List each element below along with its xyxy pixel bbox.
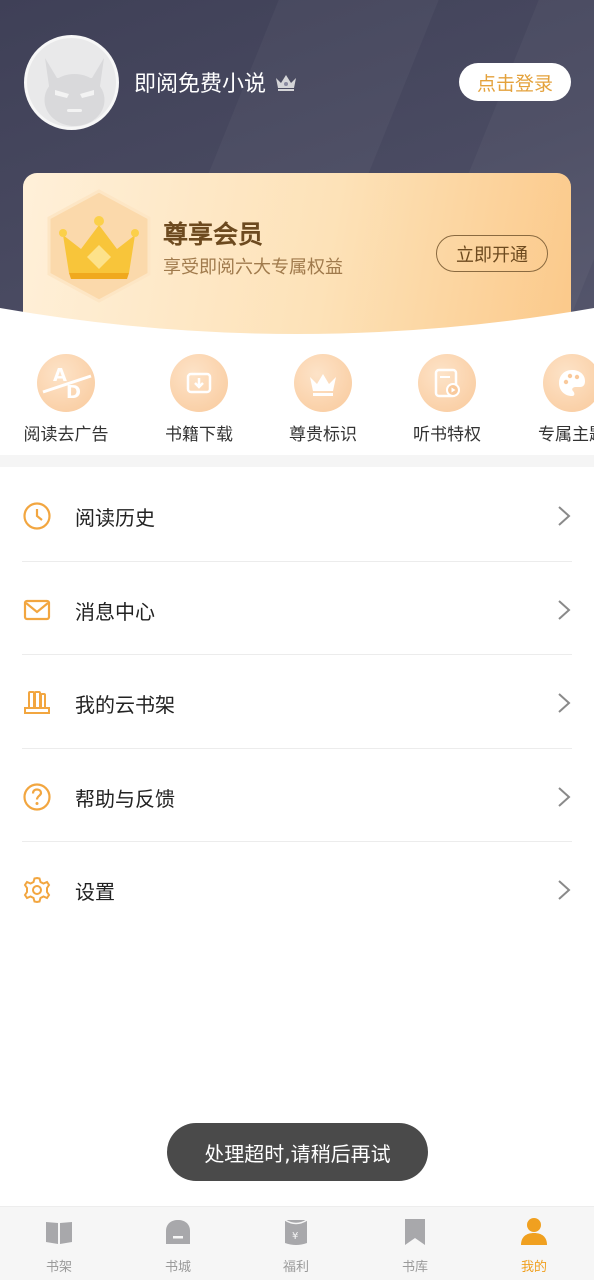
library-bookmark-icon xyxy=(405,1219,425,1245)
activate-vip-button[interactable]: 立即开通 xyxy=(436,235,548,272)
perk-label: 听书特权 xyxy=(413,425,481,445)
perk-label: 阅读去广告 xyxy=(23,425,109,445)
perk-label: 专属主题 xyxy=(538,425,594,445)
chevron-right-icon xyxy=(558,506,571,526)
tab-label: 福利 xyxy=(282,1260,309,1275)
crown-icon xyxy=(294,354,352,412)
crown-badge-icon xyxy=(276,75,297,91)
menu-label: 设置 xyxy=(75,880,115,904)
gear-icon xyxy=(23,876,51,904)
tab-label: 书架 xyxy=(45,1260,72,1275)
palette-icon xyxy=(543,354,594,412)
menu-item-message-center[interactable]: 消息中心 xyxy=(0,562,594,655)
audiobook-icon xyxy=(418,354,476,412)
perk-vip-badge[interactable]: 尊贵标识 xyxy=(263,350,383,450)
tab-label: 书库 xyxy=(401,1260,428,1275)
tab-label: 书城 xyxy=(164,1260,191,1275)
perk-audiobook[interactable]: 听书特权 xyxy=(387,350,507,450)
tab-welfare[interactable]: ¥ 福利 xyxy=(237,1207,355,1280)
menu-label: 帮助与反馈 xyxy=(75,786,175,811)
app-name-text: 即阅免费小说 xyxy=(134,72,267,97)
avatar[interactable] xyxy=(24,35,119,130)
perk-label: 书籍下载 xyxy=(165,425,233,445)
chevron-right-icon xyxy=(558,599,571,620)
chevron-right-icon xyxy=(558,693,571,713)
vip-perks-row: A D 阅读去广告 书籍下载 尊贵标识 听书特权 专属主 xyxy=(0,350,594,450)
app-name: 即阅免费小说 xyxy=(134,66,298,98)
menu-item-cloud-shelf[interactable]: 我的云书架 xyxy=(0,655,594,749)
tab-label: 我的 xyxy=(520,1260,547,1275)
login-button[interactable]: 点击登录 xyxy=(459,63,571,101)
svg-text:¥: ¥ xyxy=(292,1231,298,1242)
menu-item-settings[interactable]: 设置 xyxy=(0,842,594,936)
chevron-right-icon xyxy=(558,880,571,900)
perk-theme[interactable]: 专属主题 xyxy=(512,350,594,450)
perk-ad-free[interactable]: A D 阅读去广告 xyxy=(6,350,126,450)
question-icon xyxy=(23,782,51,811)
profile-icon xyxy=(521,1218,547,1245)
menu-label: 我的云书架 xyxy=(75,693,175,717)
bookstore-icon xyxy=(166,1220,190,1244)
chevron-right-icon xyxy=(558,786,571,807)
menu-label: 消息中心 xyxy=(75,599,155,624)
ad-free-icon: A D xyxy=(37,354,95,412)
tab-bookshelf[interactable]: 书架 xyxy=(0,1207,118,1280)
vip-title: 尊享会员 xyxy=(163,220,264,249)
settings-menu-list: 阅读历史 消息中心 我的云书架 帮助与反馈 设置 xyxy=(0,468,594,936)
bottom-tab-bar: 书架 书城 ¥ 福利 书库 我的 xyxy=(0,1206,594,1280)
tab-profile[interactable]: 我的 xyxy=(475,1207,593,1280)
perk-label: 尊贵标识 xyxy=(289,425,357,445)
vip-crown-badge-icon xyxy=(47,189,151,303)
menu-item-reading-history[interactable]: 阅读历史 xyxy=(0,468,594,562)
menu-label: 阅读历史 xyxy=(75,506,155,530)
vip-subtitle: 享受即阅六大专属权益 xyxy=(163,257,343,278)
cloud-shelf-icon xyxy=(24,691,50,714)
tab-bookstore[interactable]: 书城 xyxy=(119,1207,237,1280)
section-divider xyxy=(0,455,594,467)
svg-text:A: A xyxy=(53,365,67,386)
tab-library[interactable]: 书库 xyxy=(356,1207,474,1280)
bookshelf-icon xyxy=(46,1222,72,1244)
toast-message: 处理超时,请稍后再试 xyxy=(167,1123,428,1181)
menu-item-help-feedback[interactable]: 帮助与反馈 xyxy=(0,749,594,842)
download-icon xyxy=(170,354,228,412)
welfare-icon: ¥ xyxy=(284,1219,308,1245)
mail-icon xyxy=(23,599,51,620)
clock-icon xyxy=(23,502,51,530)
perk-download[interactable]: 书籍下载 xyxy=(139,350,259,450)
